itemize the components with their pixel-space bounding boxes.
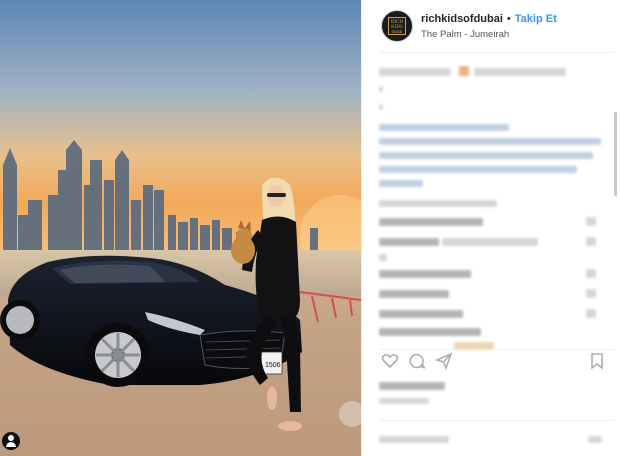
separator-dot: • [506, 12, 511, 25]
comment-row-blurred [379, 290, 449, 298]
comment-like-icon[interactable] [586, 289, 596, 298]
share-icon[interactable] [435, 352, 453, 370]
comment-row-blurred [379, 310, 463, 318]
comment-icon[interactable] [408, 352, 426, 370]
comment-text-blurred [442, 238, 538, 246]
caption-hashtags-blurred [379, 152, 593, 159]
follow-button[interactable]: Takip Et [515, 13, 557, 25]
caption-emoji-blurred [459, 66, 469, 76]
comment-row-blurred [379, 218, 483, 226]
comment-like-icon[interactable] [586, 309, 596, 318]
post-header-text: richkidsofdubai • Takip Et The Palm - Ju… [421, 13, 557, 40]
avatar-logo: RICH KIDS dubai [388, 17, 406, 35]
header-divider [380, 52, 614, 53]
post-header: RICH KIDS dubai richkidsofdubai • Takip Et… [362, 0, 620, 52]
comment-like-icon[interactable] [586, 269, 596, 278]
actions-divider [380, 349, 614, 350]
comment-like-icon[interactable] [586, 217, 596, 226]
comment-like-icon[interactable] [586, 237, 596, 246]
user-icon[interactable] [2, 432, 20, 450]
post-comment-button-blurred[interactable] [588, 436, 602, 443]
username-link[interactable]: richkidsofdubai [421, 13, 503, 25]
comment-row-blurred [379, 238, 439, 246]
view-comments-blurred[interactable] [379, 200, 497, 207]
comment-box-divider [380, 420, 614, 421]
caption-hashtags-blurred [379, 166, 577, 173]
likes-count-blurred[interactable] [379, 382, 445, 390]
location-link[interactable]: The Palm - Jumeirah [421, 29, 557, 40]
caption-hashtags-blurred [379, 124, 509, 131]
caption-line-blurred [379, 86, 383, 92]
caption-hashtags-blurred [379, 138, 601, 145]
avatar[interactable]: RICH KIDS dubai [381, 10, 413, 42]
comments-scrollbar[interactable] [614, 112, 617, 196]
post-date-blurred [379, 398, 429, 404]
post-side-panel: RICH KIDS dubai richkidsofdubai • Takip Et… [361, 0, 620, 456]
caption-text-blurred [474, 68, 566, 76]
dubai-marina-car-photo: L 1506 [0, 0, 361, 456]
heart-icon[interactable] [381, 352, 399, 370]
post-photo[interactable]: L 1506 [0, 0, 361, 456]
bookmark-icon[interactable] [588, 352, 606, 370]
caption-line-blurred [379, 104, 383, 110]
caption-hashtags-blurred [379, 180, 423, 187]
comment-row-blurred [379, 328, 481, 336]
comment-row-blurred [379, 270, 471, 278]
caption-username-blurred [379, 68, 451, 76]
add-comment-input-blurred[interactable] [379, 436, 449, 443]
comment-text-blurred [379, 254, 387, 261]
